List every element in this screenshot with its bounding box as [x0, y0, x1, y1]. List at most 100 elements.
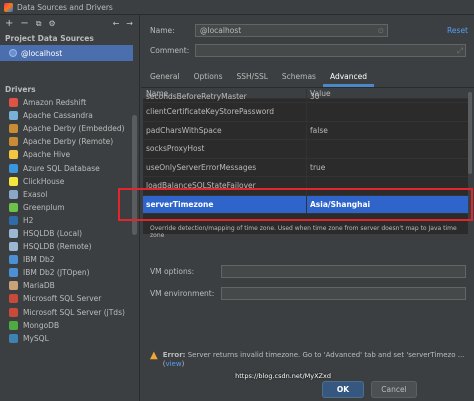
driver-item[interactable]: Apache Cassandra — [0, 109, 139, 122]
driver-item[interactable]: H2 — [0, 214, 139, 227]
driver-item[interactable]: Apache Derby (Embedded) — [0, 122, 139, 135]
driver-icon — [9, 320, 18, 330]
table-row[interactable]: padCharsWithSpace false — [143, 121, 468, 140]
driver-item[interactable]: Apache Hive — [0, 148, 139, 161]
driver-item[interactable]: Microsoft SQL Server (jTds) — [0, 306, 139, 319]
driver-item[interactable]: Exasol — [0, 188, 139, 201]
remove-icon[interactable]: − — [20, 15, 28, 32]
tab-general[interactable]: General — [143, 68, 187, 87]
cancel-button[interactable]: Cancel — [371, 381, 417, 398]
warning-icon: ▲ — [150, 350, 158, 361]
table-row[interactable]: serverTimezone Asia/Shanghai — [143, 195, 468, 214]
driver-label: Greenplum — [23, 202, 65, 212]
property-name-cell: loadBalanceSQLStateFailover — [143, 177, 307, 195]
error-view-link[interactable]: view — [165, 360, 181, 368]
tab-bar: General Options SSH/SSL Schemas Advanced — [143, 68, 375, 87]
database-icon — [9, 49, 17, 57]
table-row[interactable]: socksProxyHost — [143, 140, 468, 159]
driver-icon — [9, 242, 18, 252]
property-value-cell[interactable] — [307, 177, 468, 195]
driver-label: MySQL — [23, 333, 49, 343]
watermark: https://blog.csdn.net/MyXZxd — [235, 372, 331, 380]
property-value-cell[interactable]: Asia/Shanghai — [307, 196, 468, 214]
driver-item[interactable]: ClickHouse — [0, 175, 139, 188]
table-row[interactable]: secondsBeforeRetryMaster 30 — [143, 93, 468, 103]
driver-icon — [9, 228, 18, 238]
driver-item[interactable]: IBM Db2 (JTOpen) — [0, 266, 139, 279]
driver-icon — [9, 268, 18, 278]
driver-label: Exasol — [23, 189, 48, 199]
vm-environment-input[interactable] — [221, 287, 466, 300]
driver-list: Amazon Redshift Apache Cassandra Apache De… — [0, 96, 139, 345]
clear-icon[interactable]: ⊙ — [378, 26, 384, 35]
reset-link[interactable]: Reset — [447, 26, 468, 35]
tab-ssh-ssl[interactable]: SSH/SSL — [230, 68, 275, 87]
ok-button[interactable]: OK — [322, 381, 364, 398]
driver-item[interactable]: Microsoft SQL Server — [0, 292, 139, 305]
driver-icon — [9, 111, 18, 121]
property-name-cell: socksProxyHost — [143, 140, 307, 158]
property-value-cell[interactable] — [307, 103, 468, 121]
driver-item[interactable]: HSQLDB (Remote) — [0, 240, 139, 253]
tab-schemas[interactable]: Schemas — [275, 68, 323, 87]
driver-item[interactable]: Azure SQL Database — [0, 161, 139, 174]
table-row[interactable]: useOnlyServerErrorMessages true — [143, 158, 468, 177]
driver-label: H2 — [23, 215, 34, 225]
name-label: Name: — [150, 26, 175, 35]
left-toolbar: + − ⧉ ⚙ ← → — [0, 15, 139, 32]
driver-label: Apache Derby (Remote) — [23, 137, 114, 147]
driver-label: Apache Derby (Embedded) — [23, 124, 125, 134]
comment-label: Comment: — [150, 46, 190, 55]
driver-item[interactable]: IBM Db2 — [0, 253, 139, 266]
driver-icon — [9, 98, 18, 108]
property-value-cell[interactable]: 30 — [307, 93, 468, 102]
driver-icon — [9, 137, 18, 147]
table-row[interactable]: clientCertificateKeyStorePassword — [143, 103, 468, 122]
driver-item[interactable]: Amazon Redshift — [0, 96, 139, 109]
property-value-cell[interactable]: false — [307, 122, 468, 140]
data-source-label: @localhost — [21, 48, 63, 58]
property-value-cell[interactable] — [307, 140, 468, 158]
app-logo-icon — [4, 2, 13, 12]
copy-icon[interactable]: ⧉ — [36, 15, 42, 32]
error-label: Error: — [162, 351, 186, 359]
driver-icon — [9, 163, 18, 173]
driver-label: HSQLDB (Local) — [23, 228, 83, 238]
driver-icon — [9, 215, 18, 225]
driver-item[interactable]: MariaDB — [0, 279, 139, 292]
driver-item[interactable]: HSQLDB (Local) — [0, 227, 139, 240]
add-icon[interactable]: + — [5, 15, 13, 32]
driver-item[interactable]: Apache Derby (Remote) — [0, 135, 139, 148]
driver-item[interactable]: MySQL — [0, 332, 139, 345]
vm-options-input[interactable] — [221, 265, 466, 278]
driver-label: MongoDB — [23, 320, 60, 330]
driver-label: Amazon Redshift — [23, 98, 87, 108]
tab-advanced[interactable]: Advanced — [322, 68, 375, 87]
back-arrow-icon[interactable]: ← — [113, 15, 120, 32]
forward-arrow-icon[interactable]: → — [126, 15, 133, 32]
settings-icon[interactable]: ⚙ — [49, 15, 56, 32]
driver-label: Azure SQL Database — [23, 163, 100, 173]
driver-list-scrollbar[interactable] — [132, 115, 137, 235]
data-source-localhost[interactable]: @localhost — [0, 45, 133, 61]
driver-item[interactable]: MongoDB — [0, 319, 139, 332]
driver-icon — [9, 176, 18, 186]
right-panel: Name: @localhost ⊙ Reset Comment: ⤢ Gene… — [141, 15, 474, 401]
driver-icon — [9, 255, 18, 265]
comment-input[interactable]: ⤢ — [195, 44, 466, 57]
tab-options[interactable]: Options — [187, 68, 230, 87]
driver-item[interactable]: Greenplum — [0, 201, 139, 214]
driver-label: Apache Cassandra — [23, 111, 93, 121]
driver-icon — [9, 150, 18, 160]
error-close-paren: ) — [181, 360, 185, 368]
name-input[interactable]: @localhost ⊙ — [195, 24, 388, 37]
properties-scrollbar[interactable] — [468, 92, 472, 174]
driver-icon — [9, 189, 18, 199]
property-name-cell: serverTimezone — [143, 195, 307, 213]
property-name-cell: useOnlyServerErrorMessages — [143, 158, 307, 176]
expand-icon[interactable]: ⤢ — [457, 46, 463, 56]
property-value-cell[interactable]: true — [307, 159, 468, 177]
property-description: Override detection/mapping of time zone.… — [150, 225, 457, 239]
table-row[interactable]: loadBalanceSQLStateFailover — [143, 177, 468, 196]
driver-icon — [9, 333, 18, 343]
